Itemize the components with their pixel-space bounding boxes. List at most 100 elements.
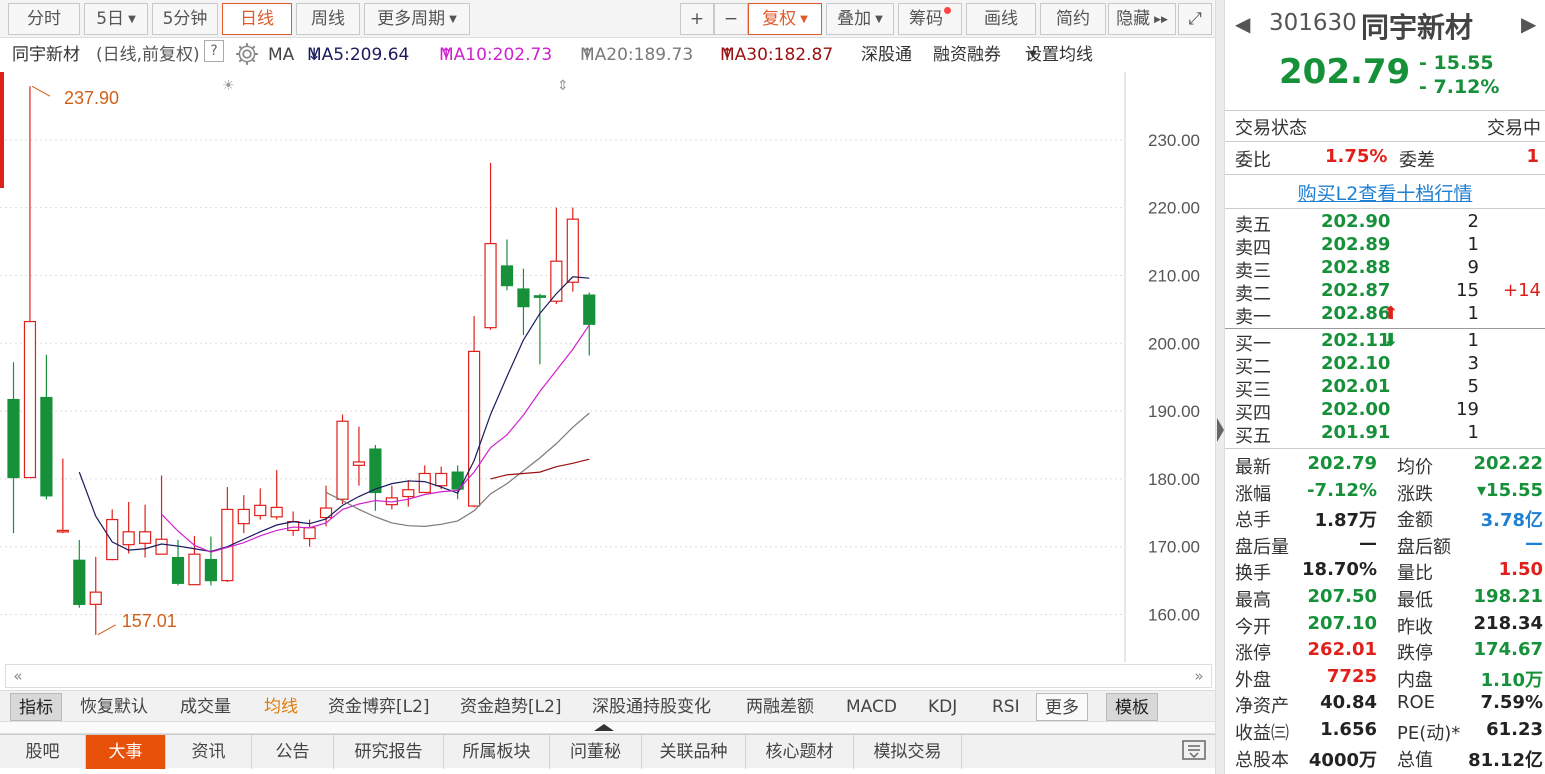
next-stock-button[interactable]: ▶ xyxy=(1521,12,1536,36)
y-tick-label: 220.00 xyxy=(1148,199,1200,218)
tool-button-2[interactable]: 复权 ▼ xyxy=(748,3,822,35)
bid-row-3[interactable]: 买四 202.00 19 xyxy=(1225,399,1545,424)
tool-button-6[interactable]: 简约 xyxy=(1040,3,1106,35)
info-tab-4[interactable]: 研究报告 xyxy=(334,735,444,769)
kline-chart[interactable]: 160.00 170.00 180.00 190.00 200.00 210.00 220.… xyxy=(0,72,1215,662)
indicator-tab-1[interactable]: 恢复默认 xyxy=(80,693,148,721)
tool-button-7[interactable]: 隐藏 ▶▶ xyxy=(1108,3,1176,35)
scroll-left-button[interactable]: « xyxy=(6,665,30,687)
margin-trading-link[interactable]: 融资融券 xyxy=(933,40,1001,70)
price-block: 202.79 - 15.55 - 7.12% xyxy=(1225,48,1545,100)
candle-body xyxy=(468,350,481,507)
prev-stock-button[interactable]: ◀ xyxy=(1235,12,1250,36)
stat-cell: 跌停 174.67 xyxy=(1397,639,1543,665)
low-annotation: 157.01 xyxy=(122,611,177,631)
tool-button-0[interactable]: + xyxy=(680,3,714,35)
stock-name: 同宇新材 xyxy=(1361,11,1474,44)
candle-body xyxy=(270,506,283,518)
period-button-2[interactable]: 5分钟 xyxy=(152,3,218,35)
candle-body xyxy=(89,591,102,605)
bid-row-4[interactable]: 买五 201.91 1 xyxy=(1225,422,1545,447)
candle-body xyxy=(171,556,185,584)
chart-mode-label: (日线,前复权) xyxy=(96,45,200,65)
indicator-tab-5[interactable]: 资金趋势[L2] xyxy=(460,693,562,721)
candle-body xyxy=(155,538,168,555)
ask-row-0[interactable]: 卖五 202.90 2 xyxy=(1225,211,1545,236)
panel-divider[interactable] xyxy=(0,722,1215,734)
info-tab-bar: 股吧 大事 资讯 公告 研究报告 所属板块 问董秘 关联品种 核心题材 模拟交易 xyxy=(0,734,1215,769)
period-button-5[interactable]: 更多周期 ▼ xyxy=(364,3,470,35)
chart-scrollbar[interactable]: « » xyxy=(5,664,1212,688)
period-button-1[interactable]: 5日 ▼ xyxy=(84,3,148,35)
candle-body xyxy=(435,472,448,487)
tool-button-3[interactable]: 叠加 ▼ xyxy=(826,3,894,35)
scroll-right-button[interactable]: » xyxy=(1187,665,1211,687)
stat-cell: 金额 3.78亿 xyxy=(1397,510,1543,532)
tool-button-4[interactable]: 筹码 xyxy=(898,3,962,35)
stat-cell: 外盘 7725 xyxy=(1235,665,1377,691)
indicator-tab-2[interactable]: 成交量 xyxy=(180,693,231,721)
indicator-tab-8[interactable]: MACD xyxy=(846,693,897,721)
low-marker-line xyxy=(97,624,116,636)
buy-l2-link[interactable]: 购买L2查看十档行情 xyxy=(1298,183,1473,205)
period-button-3[interactable]: 日线 xyxy=(222,3,292,35)
tool-button-1[interactable]: − xyxy=(714,3,748,35)
tool-button-8[interactable]: ⤢ xyxy=(1178,3,1212,35)
info-tab-2[interactable]: 资讯 xyxy=(166,735,252,769)
y-tick-label: 200.00 xyxy=(1148,334,1200,353)
ma-label[interactable]: MA xyxy=(268,40,294,70)
collapse-up-icon[interactable] xyxy=(594,724,614,731)
stat-cell: 最新 202.79 xyxy=(1235,453,1377,478)
indicator-tab-7[interactable]: 两融差额 xyxy=(746,693,814,721)
candle-body xyxy=(188,553,201,586)
indicator-tab-6[interactable]: 深股通持股变化 xyxy=(592,693,711,721)
stat-cell: 均价 202.22 xyxy=(1397,453,1543,478)
candle-body xyxy=(533,295,547,298)
bid-row-0[interactable]: 买一 202.11 ⬇ 1 xyxy=(1225,330,1545,355)
candle-body xyxy=(484,242,497,329)
info-tab-3[interactable]: 公告 xyxy=(252,735,334,769)
ma5-line xyxy=(78,276,590,553)
indicator-tab-9[interactable]: KDJ xyxy=(928,693,957,721)
info-tab-0[interactable]: 股吧 xyxy=(0,735,86,769)
stock-name-label: 同宇新材 xyxy=(12,45,80,65)
indicator-tab-10[interactable]: RSI xyxy=(992,693,1020,721)
panel-splitter[interactable] xyxy=(1215,0,1225,774)
candle-body xyxy=(204,558,217,582)
ask-row-3[interactable]: 卖二 202.87 15 +14 xyxy=(1225,280,1545,305)
y-tick-label: 230.00 xyxy=(1148,131,1200,150)
y-tick-label: 160.00 xyxy=(1148,606,1200,625)
quote-panel: ◀ 301630 同宇新材 ▶ 202.79 - 15.55 - 7.12% 交… xyxy=(1225,0,1545,774)
info-tab-8[interactable]: 核心题材 xyxy=(746,735,854,769)
info-tab-5[interactable]: 所属板块 xyxy=(444,735,550,769)
ask-row-2[interactable]: 卖三 202.88 9 xyxy=(1225,257,1545,282)
bid-row-2[interactable]: 买三 202.01 5 xyxy=(1225,376,1545,401)
candle-body xyxy=(352,461,366,466)
sun-marker-icon: ☀ xyxy=(222,78,235,94)
indicator-tab-12[interactable]: 模板 xyxy=(1106,693,1158,721)
info-tab-7[interactable]: 关联品种 xyxy=(642,735,746,769)
candle-body xyxy=(237,508,250,525)
info-tab-1[interactable]: 大事 xyxy=(86,735,166,769)
indicator-tab-11[interactable]: 更多 xyxy=(1036,693,1088,721)
indicator-tab-3[interactable]: 均线 xyxy=(264,693,298,721)
stat-cell: 昨收 218.34 xyxy=(1397,612,1543,638)
left-edge-marker xyxy=(0,72,4,188)
arrow-up-icon: ↑ xyxy=(720,45,735,65)
ma30-line xyxy=(490,458,590,480)
ask-row-4[interactable]: 卖一 202.86 ⬆ 1 xyxy=(1225,303,1545,328)
info-tab-9[interactable]: 模拟交易 xyxy=(854,735,962,769)
hk-connect-link[interactable]: 深股通 xyxy=(861,40,912,70)
arrow-up-icon: ↑ xyxy=(580,45,595,65)
period-button-4[interactable]: 周线 xyxy=(296,3,360,35)
download-icon[interactable] xyxy=(1180,738,1208,764)
expand-arrow-icon[interactable] xyxy=(1217,418,1224,442)
bid-row-1[interactable]: 买二 202.10 3 xyxy=(1225,353,1545,378)
ask-row-1[interactable]: 卖四 202.89 1 xyxy=(1225,234,1545,259)
info-tab-6[interactable]: 问董秘 xyxy=(550,735,642,769)
tool-button-5[interactable]: 画线 xyxy=(966,3,1036,35)
kline-chart-area[interactable]: 160.00 170.00 180.00 190.00 200.00 210.00 220.… xyxy=(0,72,1215,662)
indicator-tab-0[interactable]: 指标 xyxy=(10,693,62,721)
period-button-0[interactable]: 分时 xyxy=(8,3,80,35)
indicator-tab-4[interactable]: 资金博弈[L2] xyxy=(328,693,430,721)
